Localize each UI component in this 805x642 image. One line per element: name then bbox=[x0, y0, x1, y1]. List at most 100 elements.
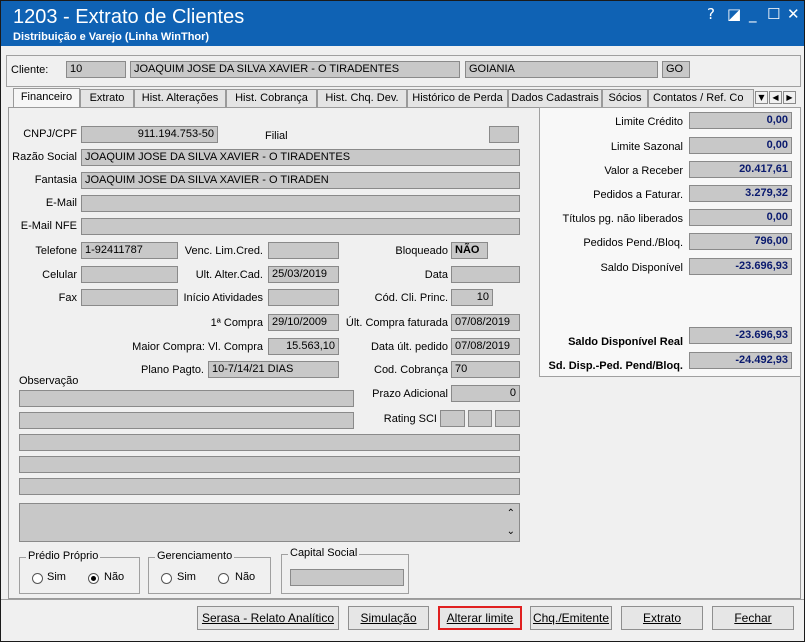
extrato-button[interactable]: Extrato bbox=[621, 606, 703, 630]
help-icon[interactable]: ? bbox=[707, 5, 715, 23]
observacao-line-1[interactable] bbox=[19, 390, 354, 407]
client-name-field[interactable]: JOAQUIM JOSE DA SILVA XAVIER - O TIRADEN… bbox=[130, 61, 460, 78]
titulos-field[interactable]: 0,00 bbox=[689, 209, 792, 226]
predio-nao-radio[interactable] bbox=[88, 573, 99, 584]
chq-emitente-button[interactable]: Chq./Emitente bbox=[530, 606, 612, 630]
cod-cobranca-label: Cod. Cobrança bbox=[374, 364, 448, 376]
observacao-line-2[interactable] bbox=[19, 412, 354, 429]
gerenc-sim-label: Sim bbox=[177, 571, 196, 583]
tab-dropdown-icon[interactable]: ▼ bbox=[755, 91, 768, 104]
razao-label: Razão Social bbox=[12, 151, 77, 163]
fantasia-field[interactable]: JOAQUIM JOSE DA SILVA XAVIER - O TIRADEN bbox=[81, 172, 520, 189]
primeira-compra-label: 1ª Compra bbox=[210, 317, 263, 329]
venc-field[interactable] bbox=[268, 242, 339, 259]
valor-receber-field[interactable]: 20.417,61 bbox=[689, 161, 792, 178]
data-ult-pedido-label: Data últ. pedido bbox=[370, 341, 448, 353]
sd-disp-field[interactable]: -24.492,93 bbox=[689, 352, 792, 369]
limite-credito-field[interactable]: 0,00 bbox=[689, 112, 792, 129]
gerenciamento-label: Gerenciamento bbox=[155, 550, 235, 562]
predio-sim-radio[interactable] bbox=[32, 573, 43, 584]
tab-socios[interactable]: Sócios bbox=[602, 89, 648, 107]
observacao-label: Observação bbox=[19, 375, 79, 387]
observacao-memo[interactable]: ⌃ ⌄ bbox=[19, 503, 520, 542]
prazo-adicional-label: Prazo Adicional bbox=[372, 388, 448, 400]
saldo-real-label: Saldo Disponível Real bbox=[568, 336, 683, 348]
prazo-adicional-field[interactable]: 0 bbox=[451, 385, 520, 402]
client-city-field[interactable]: GOIANIA bbox=[465, 61, 658, 78]
celular-field[interactable] bbox=[81, 266, 178, 283]
predio-sim-label: Sim bbox=[47, 571, 66, 583]
data-ult-pedido-field[interactable]: 07/08/2019 bbox=[451, 338, 520, 355]
telefone-field[interactable]: 1-92411787 bbox=[81, 242, 178, 259]
gerenc-sim-radio[interactable] bbox=[161, 573, 172, 584]
titulos-label: Títulos pg. não liberados bbox=[562, 213, 683, 225]
simulacao-button[interactable]: Simulação bbox=[348, 606, 429, 630]
predio-nao-label: Não bbox=[104, 571, 125, 583]
tab-financeiro[interactable]: Financeiro bbox=[13, 88, 80, 108]
maior-compra-field[interactable]: 15.563,10 bbox=[268, 338, 339, 355]
footer-separator bbox=[1, 599, 804, 600]
tab-hist-chq-dev[interactable]: Hist. Chq. Dev. bbox=[317, 89, 407, 107]
observacao-line-5[interactable] bbox=[19, 478, 520, 495]
tab-scroll-left-icon[interactable]: ◀ bbox=[769, 91, 782, 104]
bloqueado-label: Bloqueado bbox=[395, 245, 448, 257]
tab-dados-cadastrais[interactable]: Dados Cadastrais bbox=[508, 89, 602, 107]
client-code-field[interactable]: 10 bbox=[66, 61, 126, 78]
capital-social-field[interactable] bbox=[290, 569, 404, 586]
memo-scroll-down-icon[interactable]: ⌄ bbox=[507, 524, 515, 539]
pedidos-faturar-field[interactable]: 3.279,32 bbox=[689, 185, 792, 202]
close-icon[interactable]: ✕ bbox=[787, 5, 800, 23]
plano-pagto-field[interactable]: 10-7/14/21 DIAS bbox=[208, 361, 339, 378]
telefone-label: Telefone bbox=[35, 245, 77, 257]
rating-field-3[interactable] bbox=[495, 410, 520, 427]
bloqueado-field[interactable]: NÃO bbox=[451, 242, 488, 259]
email-nfe-field[interactable] bbox=[81, 218, 520, 235]
observacao-line-3[interactable] bbox=[19, 434, 520, 451]
saldo-disp-field[interactable]: -23.696,93 bbox=[689, 258, 792, 275]
ult-alter-label: Ult. Alter.Cad. bbox=[195, 269, 263, 281]
limite-sazonal-field[interactable]: 0,00 bbox=[689, 137, 792, 154]
cnpj-label: CNPJ/CPF bbox=[23, 128, 77, 140]
cod-cobranca-field[interactable]: 70 bbox=[451, 361, 520, 378]
filial-field[interactable] bbox=[489, 126, 519, 143]
observacao-line-4[interactable] bbox=[19, 456, 520, 473]
saldo-real-field[interactable]: -23.696,93 bbox=[689, 327, 792, 344]
gerenc-nao-radio[interactable] bbox=[218, 573, 229, 584]
minimize-icon[interactable]: _ bbox=[749, 5, 757, 23]
maximize-icon[interactable]: ☐ bbox=[767, 5, 780, 23]
email-field[interactable] bbox=[81, 195, 520, 212]
tab-scroll-right-icon[interactable]: ▶ bbox=[783, 91, 796, 104]
ult-compra-field[interactable]: 07/08/2019 bbox=[451, 314, 520, 331]
plano-pagto-label: Plano Pagto. bbox=[141, 364, 204, 376]
pedidos-pend-field[interactable]: 796,00 bbox=[689, 233, 792, 250]
tab-historico-perda[interactable]: Histórico de Perda bbox=[407, 89, 508, 107]
client-state-field[interactable]: GO bbox=[662, 61, 690, 78]
data-field[interactable] bbox=[451, 266, 520, 283]
tab-extrato[interactable]: Extrato bbox=[80, 89, 134, 107]
primeira-compra-field[interactable]: 29/10/2009 bbox=[268, 314, 339, 331]
venc-label: Venc. Lim.Cred. bbox=[184, 245, 263, 257]
capital-social-label: Capital Social bbox=[288, 547, 360, 559]
rating-field-1[interactable] bbox=[440, 410, 465, 427]
inicio-label: Início Atividades bbox=[183, 292, 264, 304]
valor-receber-label: Valor a Receber bbox=[604, 165, 683, 177]
restore-icon[interactable]: ◪ bbox=[727, 5, 741, 23]
pedidos-pend-label: Pedidos Pend./Bloq. bbox=[583, 237, 683, 249]
tab-hist-alteracoes[interactable]: Hist. Alterações bbox=[134, 89, 226, 107]
ult-alter-field[interactable]: 25/03/2019 bbox=[268, 266, 339, 283]
memo-scroll-up-icon[interactable]: ⌃ bbox=[507, 506, 515, 521]
tab-contatos[interactable]: Contatos / Ref. Co bbox=[648, 89, 754, 107]
inicio-field[interactable] bbox=[268, 289, 339, 306]
serasa-button[interactable]: Serasa - Relato Analítico bbox=[197, 606, 339, 630]
fechar-button[interactable]: Fechar bbox=[712, 606, 794, 630]
cnpj-field[interactable]: 911.194.753-50 bbox=[81, 126, 218, 143]
fantasia-label: Fantasia bbox=[34, 174, 77, 186]
alterar-limite-button[interactable]: Alterar limite bbox=[438, 606, 522, 630]
saldo-disp-label: Saldo Disponível bbox=[600, 262, 683, 274]
rating-field-2[interactable] bbox=[468, 410, 492, 427]
fax-field[interactable] bbox=[81, 289, 178, 306]
cod-princ-field[interactable]: 10 bbox=[451, 289, 493, 306]
pedidos-faturar-label: Pedidos a Faturar. bbox=[593, 189, 683, 201]
tab-hist-cobranca[interactable]: Hist. Cobrança bbox=[226, 89, 317, 107]
razao-field[interactable]: JOAQUIM JOSE DA SILVA XAVIER - O TIRADEN… bbox=[81, 149, 520, 166]
